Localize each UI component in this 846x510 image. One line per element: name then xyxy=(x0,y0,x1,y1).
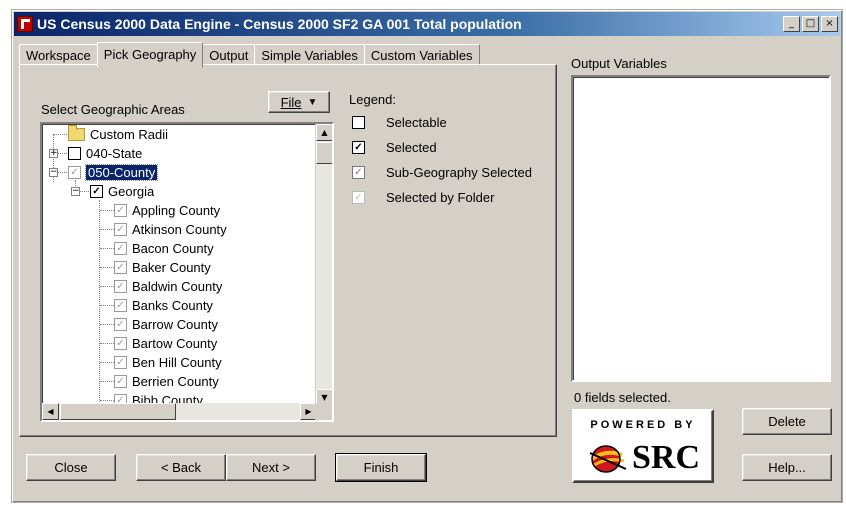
finish-button[interactable]: Finish xyxy=(335,453,427,482)
back-button[interactable]: < Back xyxy=(136,454,226,481)
next-button[interactable]: Next > xyxy=(226,454,316,481)
tab-panel xyxy=(19,64,557,437)
tab-workspace[interactable]: Workspace xyxy=(19,44,98,66)
globe-icon xyxy=(589,445,627,473)
tab-custom-variables[interactable]: Custom Variables xyxy=(363,44,480,66)
logo-powered-by: POWERED BY xyxy=(590,419,696,431)
logo-brand: SRC xyxy=(632,439,701,476)
help-button[interactable]: Help... xyxy=(742,454,832,481)
close-button[interactable]: Close xyxy=(26,454,116,481)
output-variables-list[interactable] xyxy=(571,75,831,382)
maximize-button[interactable]: □ xyxy=(802,16,819,32)
tab-pick-geography[interactable]: Pick Geography xyxy=(96,42,204,68)
app-icon xyxy=(17,16,33,32)
tab-strip: Workspace Pick Geography Output Simple V… xyxy=(19,42,480,68)
tab-simple-variables[interactable]: Simple Variables xyxy=(254,44,365,66)
delete-button[interactable]: Delete xyxy=(742,408,832,435)
output-variables-label: Output Variables xyxy=(571,56,667,71)
close-window-button[interactable]: × xyxy=(821,16,838,32)
title-bar[interactable]: US Census 2000 Data Engine - Census 2000… xyxy=(14,12,840,36)
window-controls: _ □ × xyxy=(783,16,838,32)
src-logo: POWERED BY SRC xyxy=(572,409,714,483)
window-title: US Census 2000 Data Engine - Census 2000… xyxy=(37,16,522,32)
fields-selected-status: 0 fields selected. xyxy=(574,390,671,405)
tab-output[interactable]: Output xyxy=(202,44,256,66)
minimize-button[interactable]: _ xyxy=(783,16,800,32)
